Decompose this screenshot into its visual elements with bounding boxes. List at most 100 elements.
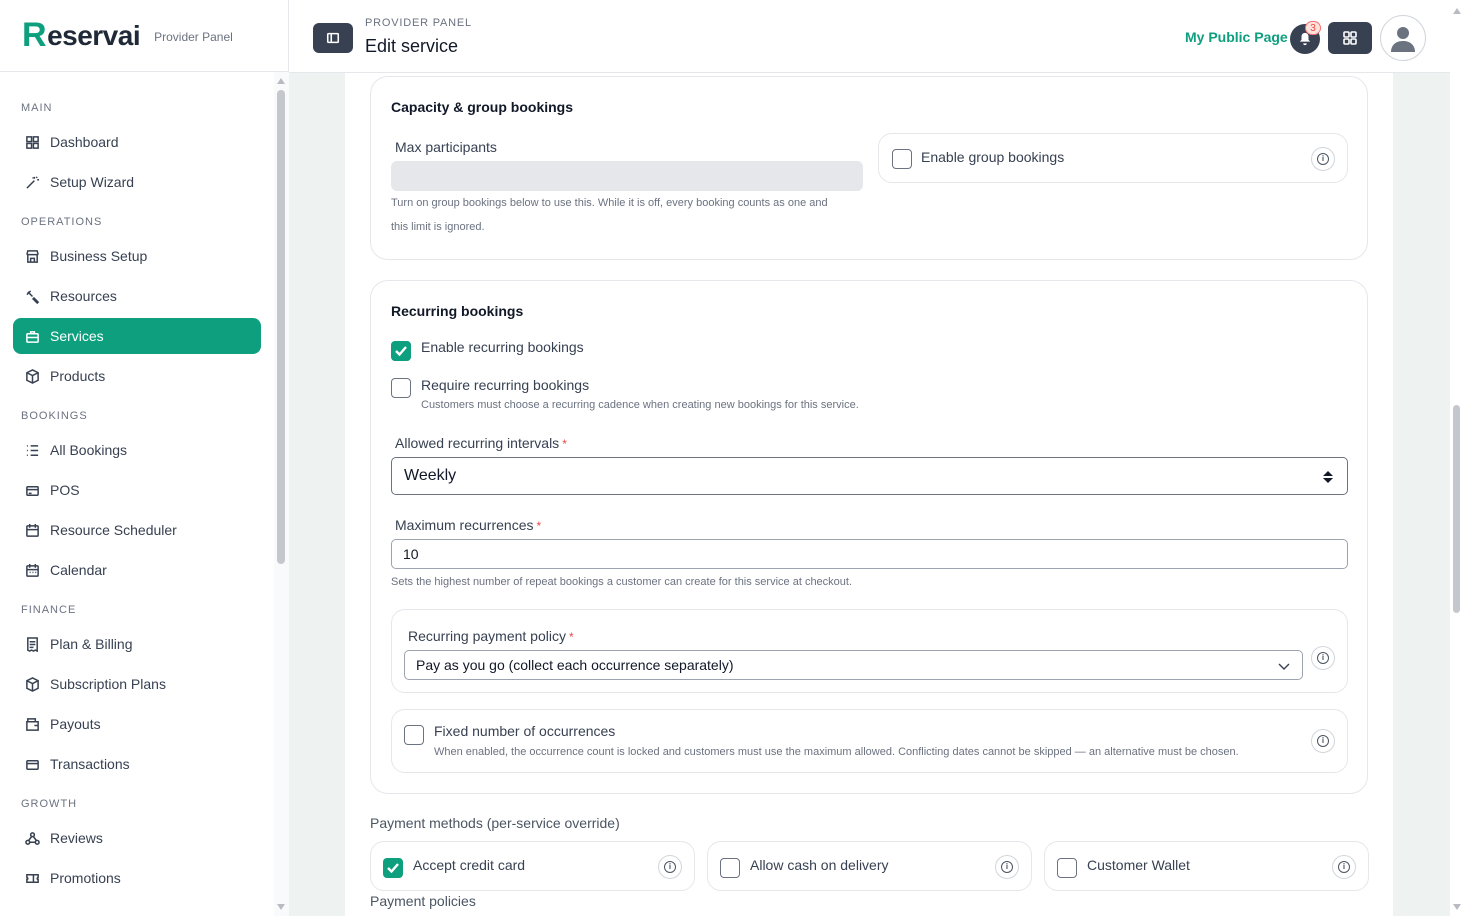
max-recurrences-help: Sets the highest number of repeat bookin… <box>391 576 853 588</box>
sidebar-scrollbar-thumb[interactable] <box>277 90 285 564</box>
payment-policy-label: Recurring payment policy * <box>408 628 574 644</box>
enable-recurring-checkbox[interactable] <box>391 341 411 361</box>
fixed-occurrences-help: When enabled, the occurrence count is lo… <box>434 746 1239 758</box>
sidebar-item-dashboard[interactable]: Dashboard <box>13 124 261 160</box>
info-icon[interactable]: i <box>1311 147 1335 171</box>
main-area: Capacity & group bookings Max participan… <box>289 73 1450 916</box>
check-icon <box>395 346 407 357</box>
user-avatar[interactable] <box>1380 15 1426 61</box>
cash-on-delivery-checkbox[interactable] <box>720 858 740 878</box>
sidebar-item-calendar[interactable]: Calendar <box>13 552 261 588</box>
card-icon <box>24 482 40 498</box>
sidebar-toggle-icon <box>326 32 340 44</box>
required-mark: * <box>536 519 542 533</box>
brand-logo[interactable]: Reservai <box>22 16 141 55</box>
sidebar-item-products[interactable]: Products <box>13 358 261 394</box>
sidebar-item-label: Services <box>50 328 104 344</box>
allowed-intervals-select[interactable]: Weekly <box>391 457 1348 495</box>
sidebar-item-transactions[interactable]: Transactions <box>13 746 261 782</box>
sidebar-toggle-button[interactable] <box>313 23 353 53</box>
credit-card-label: Accept credit card <box>413 857 526 873</box>
sidebar-item-pos[interactable]: POS <box>13 472 261 508</box>
group-bookings-box: Enable group bookings i <box>878 133 1348 183</box>
breadcrumb: PROVIDER PANEL <box>365 17 472 29</box>
sidebar-item-label: POS <box>50 482 80 498</box>
nav-section-main: MAIN <box>21 102 53 114</box>
apps-menu-button[interactable] <box>1328 22 1372 54</box>
sidebar-item-resources[interactable]: Resources <box>13 278 261 314</box>
wallet-icon <box>24 716 40 732</box>
scroll-up-arrow-icon[interactable] <box>1453 8 1461 14</box>
scroll-down-arrow-icon[interactable] <box>1453 904 1461 910</box>
main-scrollbar[interactable] <box>1450 0 1464 916</box>
customer-wallet-checkbox[interactable] <box>1057 858 1077 878</box>
box-icon <box>24 368 40 384</box>
info-icon[interactable]: i <box>658 855 682 879</box>
max-participants-input[interactable] <box>391 161 863 191</box>
sidebar-scrollbar[interactable] <box>274 72 289 916</box>
enable-recurring-label: Enable recurring bookings <box>421 339 584 355</box>
sidebar-item-label: Reviews <box>50 830 103 846</box>
max-recurrences-label: Maximum recurrences * <box>395 517 541 533</box>
sidebar-item-label: All Bookings <box>50 442 128 458</box>
sidebar-item-plan-billing[interactable]: Plan & Billing <box>13 626 261 662</box>
payment-methods-title: Payment methods (per-service override) <box>370 815 620 831</box>
nav-section-finance: FINANCE <box>21 604 77 616</box>
sidebar-item-label: Calendar <box>50 562 107 578</box>
require-recurring-checkbox[interactable] <box>391 378 411 398</box>
allowed-intervals-value: Weekly <box>404 467 457 484</box>
sidebar-item-label: Subscription Plans <box>50 676 166 692</box>
nav-section-growth: GROWTH <box>21 798 78 810</box>
sidebar-item-label: Payouts <box>50 716 101 732</box>
info-icon[interactable]: i <box>1332 855 1356 879</box>
nav-section-operations: OPERATIONS <box>21 216 103 228</box>
user-avatar-icon <box>1391 27 1415 52</box>
scroll-up-arrow-icon[interactable] <box>277 78 285 84</box>
sidebar-item-promotions[interactable]: Promotions <box>13 860 261 896</box>
nodes-icon <box>24 830 40 846</box>
card-icon <box>24 756 40 772</box>
chevron-down-icon <box>1278 663 1290 670</box>
sidebar: Reservai Provider Panel MAIN Dashboard S… <box>0 0 289 916</box>
group-bookings-checkbox[interactable] <box>892 149 912 169</box>
sidebar-item-subscription-plans[interactable]: Subscription Plans <box>13 666 261 702</box>
apps-grid-icon <box>1343 31 1357 45</box>
calendar-icon <box>24 522 40 538</box>
max-participants-label: Max participants <box>395 139 497 155</box>
fixed-occurrences-box: Fixed number of occurrences When enabled… <box>391 709 1348 773</box>
tools-icon <box>24 288 40 304</box>
group-bookings-label: Enable group bookings <box>921 149 1065 165</box>
box-icon <box>24 676 40 692</box>
max-recurrences-input[interactable]: 10 <box>391 539 1348 569</box>
sidebar-item-setup-wizard[interactable]: Setup Wizard <box>13 164 261 200</box>
sidebar-item-resource-scheduler[interactable]: Resource Scheduler <box>13 512 261 548</box>
sidebar-item-business-setup[interactable]: Business Setup <box>13 238 261 274</box>
sidebar-item-services[interactable]: Services <box>13 318 261 354</box>
allowed-intervals-label: Allowed recurring intervals * <box>395 435 567 451</box>
credit-card-checkbox[interactable] <box>383 858 403 878</box>
fixed-occurrences-checkbox[interactable] <box>404 725 424 745</box>
briefcase-icon <box>24 328 40 344</box>
sidebar-item-label: Transactions <box>50 756 130 772</box>
sidebar-item-reviews[interactable]: Reviews <box>13 820 261 856</box>
brand: Reservai Provider Panel <box>0 0 288 72</box>
sidebar-item-payouts[interactable]: Payouts <box>13 706 261 742</box>
brand-logo-text: eservai <box>47 19 141 51</box>
my-public-page-link[interactable]: My Public Page <box>1185 29 1288 45</box>
payment-policy-select[interactable]: Pay as you go (collect each occurrence s… <box>404 650 1303 680</box>
info-icon[interactable]: i <box>995 855 1019 879</box>
grid-icon <box>24 134 40 150</box>
sidebar-item-all-bookings[interactable]: All Bookings <box>13 432 261 468</box>
scroll-down-arrow-icon[interactable] <box>277 904 285 910</box>
list-icon <box>24 442 40 458</box>
brand-logo-initial: R <box>22 16 47 54</box>
main-scrollbar-thumb[interactable] <box>1453 405 1460 613</box>
sidebar-item-label: Resources <box>50 288 117 304</box>
top-header: PROVIDER PANEL Edit service My Public Pa… <box>289 0 1450 73</box>
sidebar-item-label: Resource Scheduler <box>50 522 177 538</box>
capacity-title: Capacity & group bookings <box>391 99 574 115</box>
info-icon[interactable]: i <box>1311 729 1335 753</box>
info-icon[interactable]: i <box>1311 646 1335 670</box>
allowed-intervals-label-text: Allowed recurring intervals <box>395 435 560 451</box>
required-mark: * <box>562 437 567 451</box>
